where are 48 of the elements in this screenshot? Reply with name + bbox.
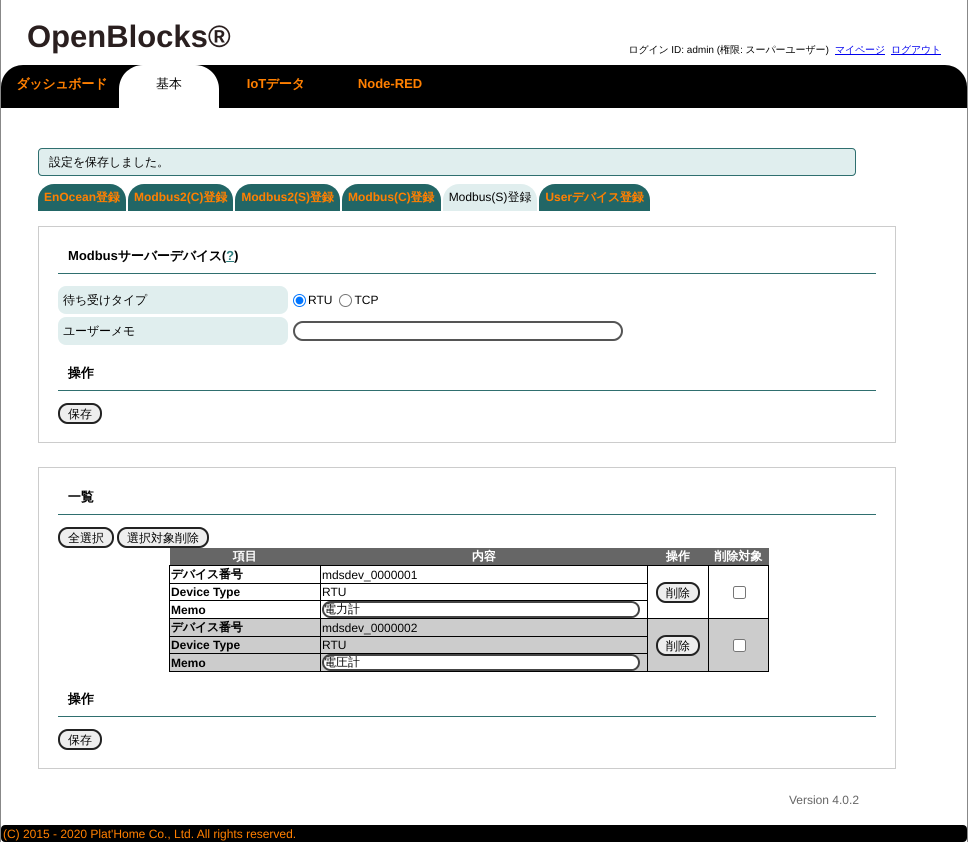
delete-button[interactable]: 削除 [656, 634, 700, 656]
sub-tab[interactable]: Modbus(S)登録 [442, 184, 538, 212]
column-header: 項目 [170, 548, 320, 566]
column-header: 削除対象 [708, 548, 768, 566]
memo-input[interactable]: 電圧計 [322, 654, 640, 672]
table-cell: RTU [320, 636, 648, 654]
delete-checkbox[interactable] [732, 638, 746, 652]
section-title: Modbusサーバーデバイス(?) [58, 239, 876, 274]
section-title: 操作 [58, 682, 876, 718]
section-title: 一覧 [58, 480, 876, 516]
save-button[interactable]: 保存 [58, 729, 102, 750]
radio-label: TCP [354, 293, 378, 308]
header-link[interactable]: マイページ [835, 43, 885, 58]
memo-input[interactable]: 電力計 [322, 601, 640, 618]
radio-button[interactable] [339, 294, 352, 307]
table-cell: デバイス番号 [170, 618, 320, 637]
status-message: 設定を保存しました。 [38, 148, 856, 176]
column-header: 内容 [320, 548, 648, 566]
section-title: 操作 [58, 356, 876, 392]
copyright: (C) 2015 - 2020 Plat'Home Co., Ltd. All rights reserved. [3, 826, 296, 841]
help-link[interactable]: ? [226, 248, 234, 264]
field-label: ユーザーメモ [58, 317, 288, 346]
table-cell: Device Type [170, 584, 320, 601]
save-button[interactable]: 保存 [58, 403, 102, 424]
radio-label: RTU [308, 293, 332, 308]
table-cell: mdsdev_0000001 [320, 566, 648, 584]
field-label: 待ち受けタイプ [58, 286, 288, 314]
logo: OpenBlocks® [27, 19, 231, 56]
delete-checkbox[interactable] [732, 586, 746, 599]
table-cell: Memo [170, 600, 320, 619]
nav-tab[interactable]: IoTデータ [219, 65, 333, 108]
header-link[interactable]: ログアウト [891, 43, 941, 58]
table-cell: mdsdev_0000002 [320, 618, 648, 637]
nav-tab[interactable]: ダッシュボード [5, 65, 119, 108]
memo-field[interactable] [293, 321, 623, 342]
nav-tab[interactable]: Node-RED [333, 65, 447, 108]
table-cell: RTU [320, 584, 648, 601]
list-button[interactable]: 全選択 [58, 527, 114, 548]
table-cell: デバイス番号 [170, 566, 320, 584]
delete-button[interactable]: 削除 [656, 582, 700, 603]
column-header: 操作 [648, 548, 708, 566]
table-cell: Device Type [170, 636, 320, 654]
radio-button[interactable] [293, 294, 306, 307]
table-cell: Memo [170, 654, 320, 672]
nav-tab[interactable]: 基本 [119, 65, 219, 108]
login-info: ログイン ID: admin (権限: スーパーユーザー) [628, 44, 829, 58]
list-button[interactable]: 選択対象削除 [117, 527, 209, 548]
version-label: Version 4.0.2 [788, 793, 859, 808]
